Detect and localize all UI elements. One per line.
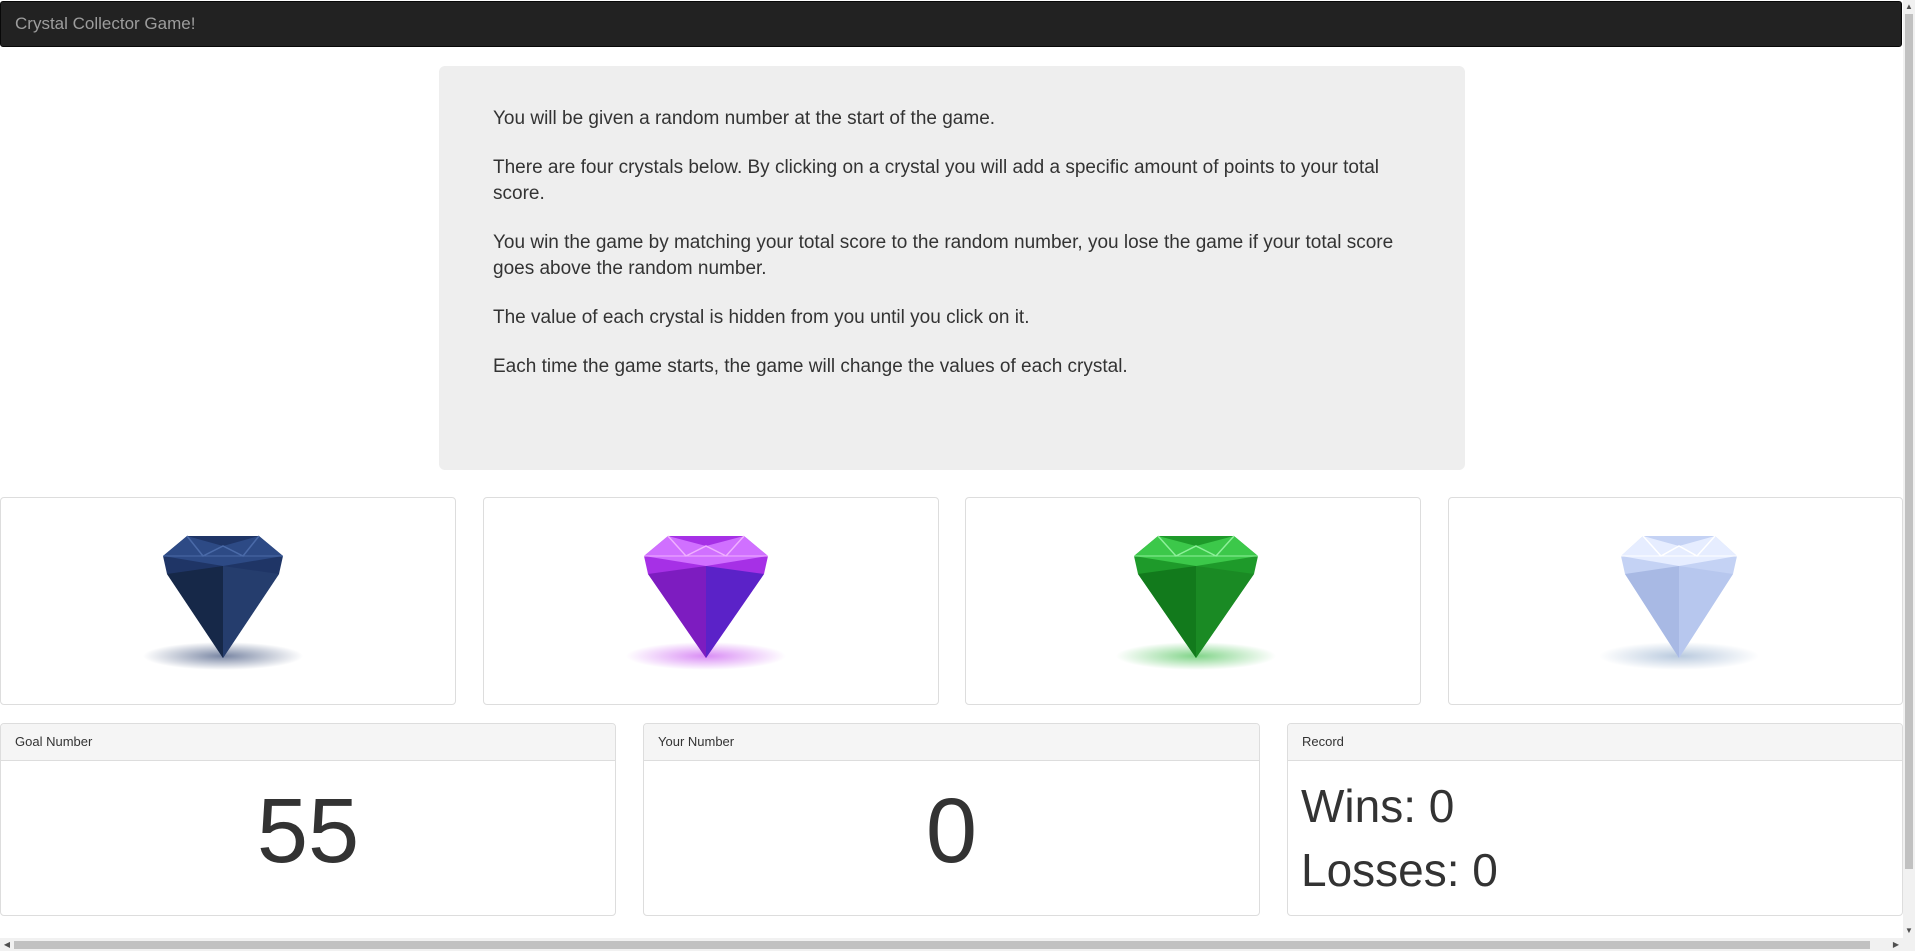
instruction-1: You will be given a random number at the… — [493, 108, 996, 129]
purple-crystal-icon — [626, 535, 786, 670]
losses-count: Losses: 0 — [1301, 844, 1498, 896]
scroll-right-icon[interactable]: ▶ — [1889, 938, 1903, 951]
green-crystal-icon — [1116, 535, 1276, 670]
instructions-panel: You will be given a random number at the… — [439, 66, 1465, 470]
scroll-up-icon[interactable]: ▲ — [1903, 0, 1915, 14]
instruction-4: The value of each crystal is hidden from… — [493, 307, 1030, 328]
crystal-card-purple[interactable] — [483, 497, 939, 705]
wins-count: Wins: 0 — [1301, 780, 1455, 832]
white-crystal-icon — [1599, 535, 1759, 670]
record-heading: Record — [1288, 724, 1902, 761]
vertical-scrollbar[interactable]: ▲ ▼ — [1903, 0, 1915, 938]
your-number-value: 0 — [925, 780, 978, 882]
vertical-scroll-thumb[interactable] — [1905, 14, 1913, 869]
scroll-left-icon[interactable]: ◀ — [0, 938, 14, 951]
goal-number-value: 55 — [256, 780, 360, 882]
instruction-5: Each time the game starts, the game will… — [493, 356, 1128, 377]
crystal-card-green[interactable] — [965, 497, 1421, 705]
instruction-2: There are four crystals below. By clicki… — [493, 157, 1380, 204]
your-number-heading: Your Number — [644, 724, 1259, 761]
horizontal-scroll-thumb[interactable] — [14, 941, 1870, 949]
crystal-card-blue[interactable] — [0, 497, 456, 705]
goal-number-heading: Goal Number — [1, 724, 615, 761]
your-number-panel: Your Number 0 — [643, 723, 1260, 916]
record-panel: Record Wins: 0 Losses: 0 — [1287, 723, 1903, 916]
blue-crystal-icon — [143, 535, 303, 670]
scroll-down-icon[interactable]: ▼ — [1903, 924, 1915, 938]
horizontal-scrollbar[interactable]: ◀ ▶ — [0, 938, 1915, 951]
crystal-card-white[interactable] — [1448, 497, 1903, 705]
navbar: Crystal Collector Game! — [0, 1, 1902, 47]
navbar-brand[interactable]: Crystal Collector Game! — [15, 14, 195, 34]
goal-number-panel: Goal Number 55 — [0, 723, 616, 916]
instruction-3: You win the game by matching your total … — [493, 232, 1394, 279]
